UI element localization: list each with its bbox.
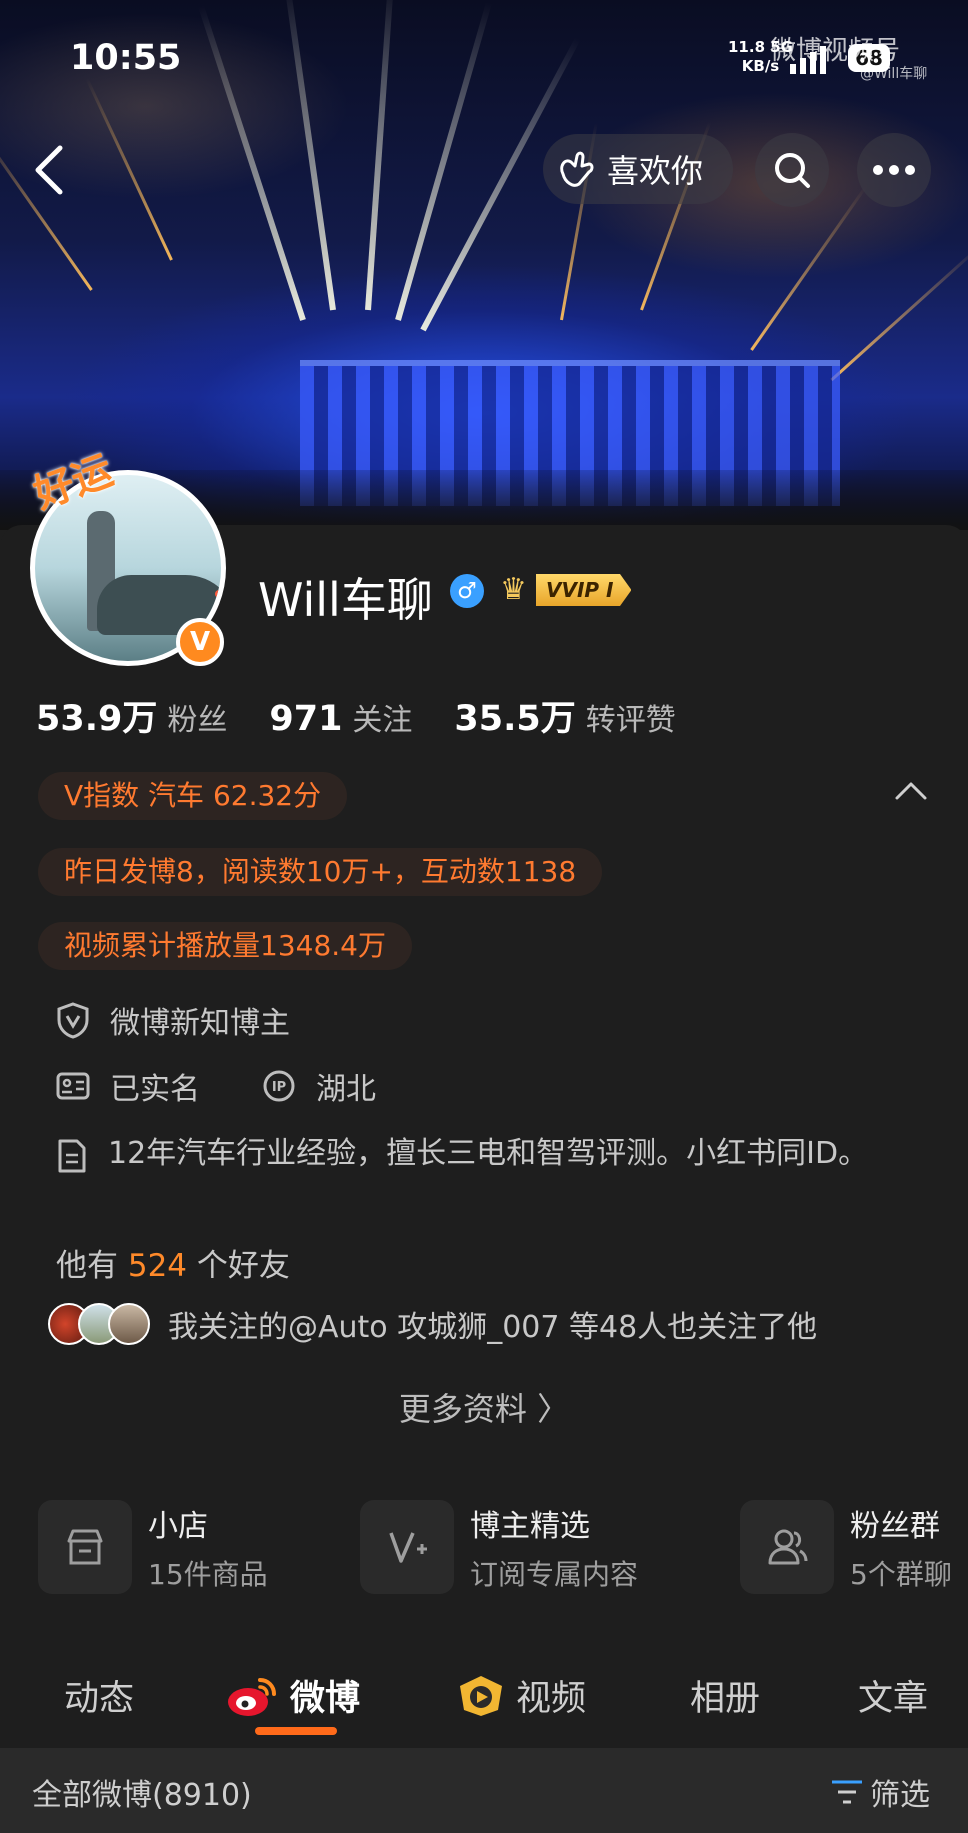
tab-articles-label: 文章 — [858, 1679, 929, 1719]
watermark-text: 微博视频号 — [770, 36, 901, 66]
ip-location-icon: IP — [263, 1070, 295, 1102]
vvip-badge[interactable]: ♛ VVIP I — [500, 570, 632, 610]
mutual-avatar — [108, 1303, 150, 1345]
shop-title: 小店 — [148, 1509, 208, 1544]
fan-group-entry[interactable]: 粉丝群 5个群聊 — [740, 1500, 952, 1594]
tab-album-label: 相册 — [690, 1679, 761, 1719]
chevron-up-icon[interactable] — [894, 780, 928, 802]
more-dots-icon — [873, 165, 915, 175]
profile-tabs: 动态 微博 视频 相册 文章 — [0, 1660, 968, 1746]
tab-dynamics[interactable]: 动态 — [64, 1670, 134, 1721]
stats-row: 53.9万 粉丝 971 关注 35.5万 转评赞 — [36, 690, 676, 741]
yesterday-stats-pill[interactable]: 昨日发博8，阅读数10万+，互动数1138 — [38, 848, 603, 896]
fan-group-title: 粉丝群 — [850, 1509, 940, 1544]
friends-suffix: 个好友 — [196, 1248, 290, 1284]
net-speed-value: 11.8 — [728, 38, 766, 56]
vvip-label: VVIP I — [536, 574, 632, 606]
featured-content-subtitle: 订阅专属内容 — [470, 1558, 639, 1591]
shield-v-icon — [57, 1002, 89, 1039]
tab-weibo-label: 微博 — [290, 1679, 361, 1719]
engagement-label: 转评赞 — [585, 703, 676, 738]
following-label: 关注 — [352, 703, 413, 738]
svg-text:IP: IP — [272, 1080, 286, 1095]
friends-prefix: 他有 — [56, 1248, 118, 1284]
featured-content-title: 博主精选 — [470, 1509, 590, 1544]
featured-content-entry[interactable]: 博主精选 订阅专属内容 — [360, 1500, 638, 1594]
status-time: 10:55 — [70, 38, 182, 78]
bio-text: 12年汽车行业经验，擅长三电和智驾评测。小红书同ID。 — [108, 1136, 869, 1171]
followers-stat[interactable]: 53.9万 粉丝 — [36, 690, 227, 741]
weibo-logo-icon — [228, 1677, 276, 1716]
followers-label: 粉丝 — [167, 703, 228, 738]
id-card-icon — [56, 1072, 90, 1100]
v-index-pill[interactable]: V指数 汽车 62.32分 — [38, 772, 348, 820]
mutual-followers-text: 我关注的@Auto 攻城狮_007 等48人也关注了他 — [168, 1310, 818, 1345]
engagement-count: 35.5万 — [454, 699, 576, 739]
like-you-label: 喜欢你 — [607, 152, 704, 190]
username: Will车聊 — [258, 573, 433, 627]
friends-summary[interactable]: 他有 524 个好友 — [56, 1240, 290, 1285]
gender-male-icon: ♂ — [450, 574, 484, 608]
v-plus-icon — [389, 1532, 427, 1563]
video-plays-pill[interactable]: 视频累计播放量1348.4万 — [38, 922, 412, 970]
verified-badge: V — [176, 618, 224, 666]
following-count: 971 — [269, 699, 343, 739]
video-badge-icon — [460, 1675, 502, 1716]
followers-count: 53.9万 — [36, 699, 158, 739]
mutual-followers-row[interactable]: 我关注的@Auto 攻城狮_007 等48人也关注了他 — [48, 1302, 817, 1346]
shop-entry[interactable]: 小店 15件商品 — [38, 1500, 268, 1594]
like-you-button[interactable]: 喜欢你 — [543, 134, 733, 204]
tab-album[interactable]: 相册 — [690, 1670, 760, 1721]
ip-location: 湖北 — [316, 1072, 376, 1107]
shop-subtitle: 15件商品 — [148, 1558, 268, 1591]
active-tab-indicator — [255, 1727, 337, 1735]
search-button[interactable] — [755, 133, 829, 207]
profile-cover-image[interactable]: 10:55 11.8 5G KB/s 68 微博视频号 @Will车聊 喜欢你 — [0, 0, 968, 530]
friends-count: 524 — [127, 1248, 188, 1284]
back-arrow-icon[interactable] — [30, 140, 70, 200]
following-stat[interactable]: 971 关注 — [269, 695, 412, 739]
document-icon — [58, 1139, 86, 1173]
tab-video-label: 视频 — [516, 1679, 587, 1719]
search-icon — [775, 153, 810, 188]
bio-row: 12年汽车行业经验，擅长三电和智驾评测。小红书同ID。 — [56, 1132, 876, 1176]
more-options-button[interactable] — [857, 133, 931, 207]
real-name-row: 已实名 — [56, 1064, 200, 1108]
group-icon — [768, 1529, 808, 1565]
tab-video[interactable]: 视频 — [456, 1670, 586, 1721]
real-name-label: 已实名 — [110, 1072, 200, 1107]
engagement-stat[interactable]: 35.5万 转评赞 — [454, 690, 675, 741]
filter-button[interactable]: 筛选 — [830, 1770, 930, 1814]
creator-title: 微博新知博主 — [110, 1006, 290, 1041]
creator-title-row[interactable]: 微博新知博主 — [56, 998, 290, 1042]
tab-weibo[interactable]: 微博 — [226, 1670, 360, 1721]
tab-articles[interactable]: 文章 — [858, 1670, 928, 1721]
filter-label: 筛选 — [870, 1778, 930, 1813]
watermark-subtext: @Will车聊 — [860, 66, 928, 82]
all-posts-label[interactable]: 全部微博(8910) — [32, 1770, 252, 1814]
shop-icon — [67, 1529, 103, 1565]
heart-hand-icon — [560, 151, 594, 187]
crown-icon: ♛ — [500, 572, 527, 607]
tab-dynamics-label: 动态 — [64, 1679, 135, 1719]
filter-bar: 全部微博(8910) 筛选 — [0, 1748, 968, 1833]
ip-location-row: IP 湖北 — [262, 1064, 376, 1108]
fan-group-subtitle: 5个群聊 — [850, 1558, 952, 1591]
filter-icon — [832, 1780, 862, 1804]
more-info-link[interactable]: 更多资料 〉 — [0, 1384, 968, 1430]
